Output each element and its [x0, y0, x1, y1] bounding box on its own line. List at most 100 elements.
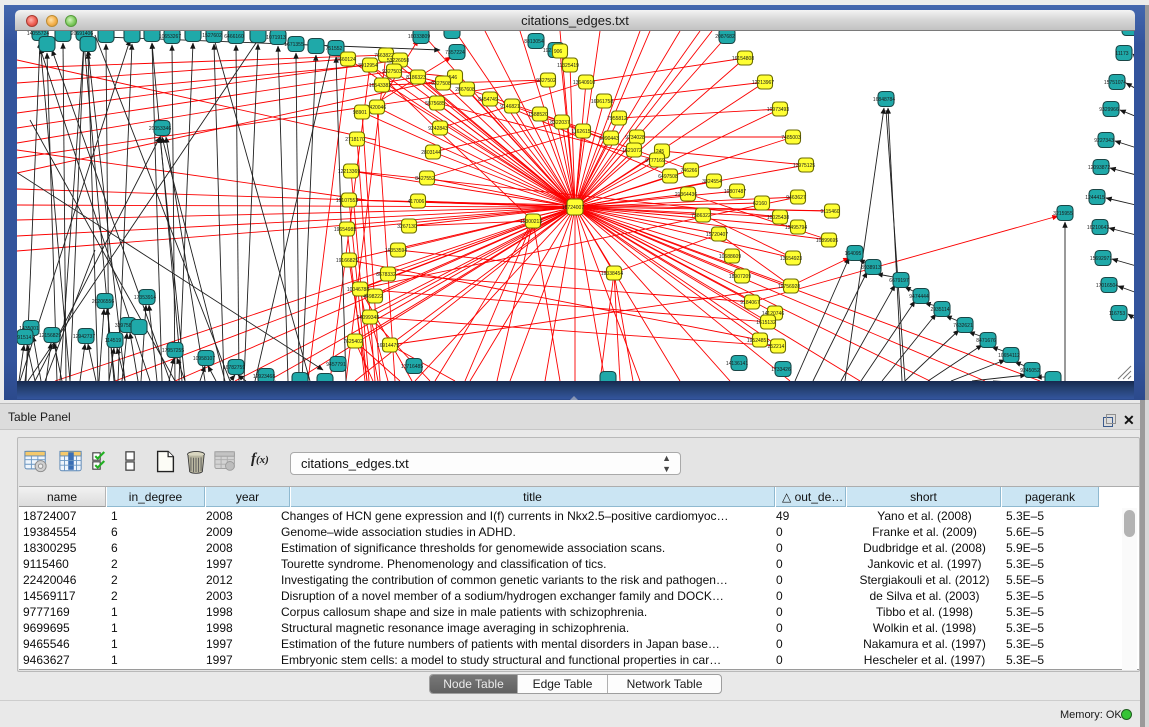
svg-text:6466160: 6466160: [224, 34, 244, 40]
svg-text:8427552: 8427552: [415, 176, 435, 182]
svg-text:1733426: 1733426: [771, 367, 791, 373]
svg-text:14099348: 14099348: [357, 315, 379, 321]
svg-text:8938913: 8938913: [861, 265, 881, 271]
svg-text:1527602: 1527602: [202, 33, 222, 39]
svg-text:12942737: 12942737: [73, 334, 95, 340]
svg-text:16154808: 16154808: [732, 56, 754, 62]
svg-text:9115460: 9115460: [820, 209, 839, 215]
svg-text:10653267: 10653267: [159, 34, 181, 40]
svg-text:13716485: 13716485: [401, 364, 423, 370]
svg-text:15300213: 15300213: [520, 219, 542, 225]
svg-text:9474444: 9474444: [909, 294, 929, 300]
svg-text:19166825: 19166825: [336, 258, 358, 264]
svg-text:19524851: 19524851: [747, 338, 769, 344]
svg-text:10107553: 10107553: [336, 198, 358, 204]
svg-text:9734028: 9734028: [625, 135, 645, 141]
svg-text:17957255: 17957255: [162, 348, 184, 354]
svg-text:6679197: 6679197: [889, 278, 909, 284]
svg-text:11173: 11173: [1115, 51, 1128, 57]
svg-text:1162615: 1162615: [571, 129, 590, 135]
svg-text:10688609: 10688609: [719, 254, 741, 260]
svg-text:8471676: 8471676: [976, 338, 996, 344]
svg-text:21364436: 21364436: [675, 192, 697, 198]
svg-text:8660124: 8660124: [336, 57, 356, 63]
svg-text:15751074: 15751074: [1104, 80, 1126, 86]
svg-text:16033809: 16033809: [408, 34, 430, 40]
svg-text:4498222: 4498222: [363, 294, 383, 300]
svg-text:1244415: 1244415: [1085, 195, 1105, 201]
svg-text:14136141: 14136141: [726, 361, 748, 367]
svg-text:16914479: 16914479: [377, 343, 399, 349]
svg-text:6990443: 6990443: [599, 136, 619, 142]
svg-text:9777169: 9777169: [645, 158, 665, 164]
svg-text:116753: 116753: [1109, 311, 1126, 317]
svg-text:53226058: 53226058: [387, 58, 409, 64]
svg-text:164095: 164095: [845, 251, 862, 257]
svg-text:7485003: 7485003: [781, 135, 801, 141]
svg-text:12213369: 12213369: [338, 169, 360, 175]
svg-text:62160: 62160: [753, 201, 767, 207]
svg-text:8912954: 8912954: [358, 63, 378, 69]
svg-text:7632621: 7632621: [953, 323, 973, 329]
svg-text:417006: 417006: [408, 199, 425, 205]
svg-text:252214: 252214: [768, 344, 785, 350]
svg-text:391514: 391514: [17, 335, 32, 341]
svg-text:11325419: 11325419: [557, 63, 579, 69]
svg-text:3267130: 3267130: [397, 224, 417, 230]
svg-text:9327508: 9327508: [431, 81, 451, 87]
svg-text:9329966: 9329966: [1099, 107, 1119, 113]
svg-text:17016504: 17016504: [1096, 283, 1118, 289]
svg-text:8678332: 8678332: [376, 272, 396, 278]
svg-text:9146821: 9146821: [500, 104, 520, 110]
svg-text:10958107: 10958107: [193, 356, 215, 362]
svg-text:9242843: 9242843: [428, 126, 448, 132]
svg-text:16543382: 16543382: [369, 83, 391, 89]
svg-text:8322037: 8322037: [550, 120, 570, 126]
svg-text:2718170: 2718170: [345, 137, 365, 143]
svg-text:13640910: 13640910: [573, 80, 595, 86]
svg-text:8454749: 8454749: [478, 97, 498, 103]
svg-text:9327503: 9327503: [382, 69, 402, 75]
svg-text:9184067: 9184067: [740, 300, 760, 306]
svg-text:1671355: 1671355: [284, 42, 304, 48]
svg-text:746266: 746266: [681, 168, 698, 174]
svg-text:10046788: 10046788: [347, 287, 369, 293]
svg-text:9245052: 9245052: [1020, 368, 1040, 374]
svg-text:906: 906: [554, 49, 563, 55]
svg-text:16782759: 16782759: [223, 365, 245, 371]
svg-text:12093872: 12093872: [1088, 165, 1110, 171]
svg-text:8186323: 8186323: [406, 75, 426, 81]
svg-text:12156829: 12156829: [39, 333, 61, 339]
svg-text:12213967: 12213967: [752, 80, 774, 86]
svg-text:18724007: 18724007: [562, 205, 584, 211]
svg-text:12975125: 12975125: [793, 163, 815, 169]
svg-text:16353594: 16353594: [385, 248, 407, 254]
svg-text:6497508: 6497508: [658, 174, 678, 180]
svg-text:16848784: 16848784: [873, 97, 895, 103]
svg-text:17353914: 17353914: [134, 295, 156, 301]
svg-text:7625402: 7625402: [343, 339, 363, 345]
svg-text:15692971: 15692971: [1090, 256, 1112, 262]
svg-text:2935114: 2935114: [930, 307, 949, 313]
svg-text:10654112: 10654112: [998, 353, 1020, 359]
svg-text:15720407: 15720407: [706, 232, 728, 238]
svg-text:8813054: 8813054: [524, 39, 544, 45]
svg-text:1588520: 1588520: [528, 112, 548, 118]
svg-text:9227343: 9227343: [1094, 138, 1114, 144]
svg-text:98901: 98901: [353, 110, 367, 116]
svg-text:19338454: 19338454: [601, 271, 623, 277]
svg-text:3215955: 3215955: [1053, 211, 1073, 217]
svg-text:13654923: 13654923: [780, 256, 802, 262]
svg-text:2803144: 2803144: [421, 150, 441, 156]
svg-text:19756928: 19756928: [778, 284, 800, 290]
svg-text:16210643: 16210643: [1087, 225, 1109, 231]
svg-text:13495794: 13495794: [785, 225, 807, 231]
svg-text:18907209: 18907209: [729, 274, 751, 280]
svg-text:10899695: 10899695: [816, 238, 838, 244]
svg-text:114519: 114519: [105, 338, 122, 344]
svg-text:12923468: 12923468: [253, 374, 275, 380]
svg-text:9457791: 9457791: [326, 362, 346, 368]
svg-text:10973493: 10973493: [767, 107, 789, 113]
svg-text:9327502: 9327502: [536, 78, 556, 84]
svg-text:20053346: 20053346: [149, 126, 171, 132]
